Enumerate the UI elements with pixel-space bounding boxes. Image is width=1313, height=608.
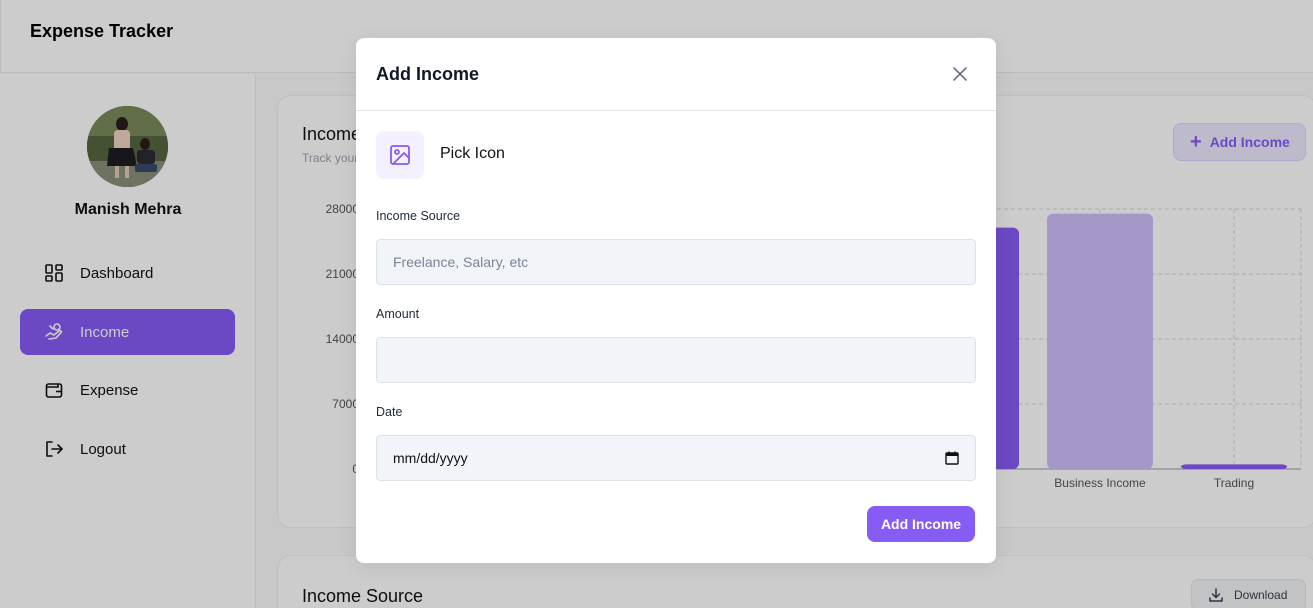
close-button[interactable] [948,62,972,86]
date-input[interactable]: mm/dd/yyyy [376,435,976,481]
amount-input[interactable] [376,337,976,383]
submit-add-income-button[interactable]: Add Income [867,506,975,542]
income-source-label: Income Source [376,209,461,223]
modal-title: Add Income [376,64,480,84]
modal-header: Add Income [356,38,996,111]
date-label: Date [376,405,403,419]
income-source-input[interactable] [376,239,976,285]
image-icon [390,145,410,165]
date-placeholder: mm/dd/yyyy [393,450,468,466]
pick-icon-button[interactable] [376,131,424,179]
pick-icon-label[interactable]: Pick Icon [440,145,505,163]
amount-label: Amount [376,307,420,321]
close-icon [953,67,967,81]
calendar-icon[interactable] [945,451,959,465]
add-income-modal: Add Income Pick Icon Income Source Amoun… [356,38,996,563]
